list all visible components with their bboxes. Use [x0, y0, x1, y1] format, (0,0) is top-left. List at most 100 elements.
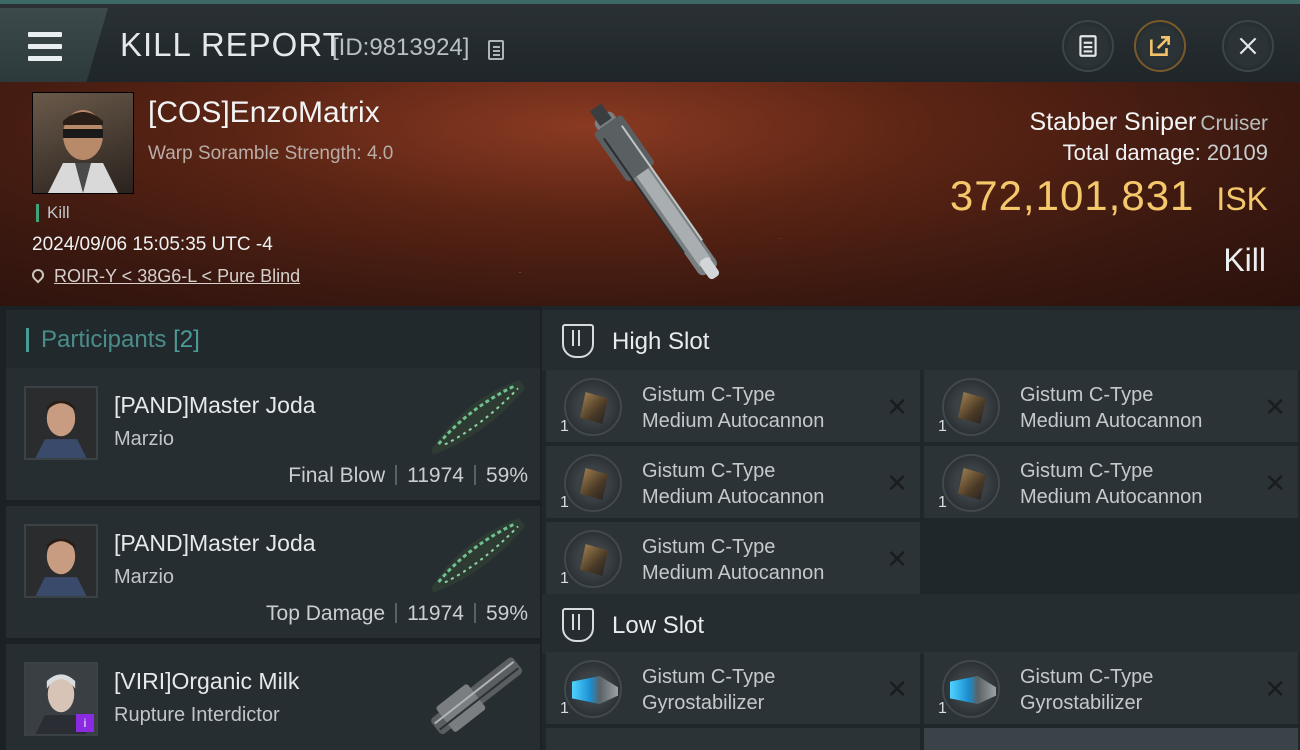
participants-header[interactable]: Participants [2] [6, 310, 540, 368]
participant-row[interactable]: i [VIRI]Organic Milk Rupture Interdictor [6, 644, 540, 750]
participant-name[interactable]: [PAND]Master Joda [114, 530, 316, 557]
module-item[interactable]: 1 Gistum C-Type Medium Autocannon ✕ [924, 446, 1298, 518]
participant-role: Final Blow [288, 464, 386, 487]
module-item[interactable]: 1 Gistum C-Type Medium Autocannon ✕ [546, 522, 920, 594]
module-quantity: 1 [560, 700, 569, 717]
participant-avatar[interactable] [24, 524, 98, 598]
module-name: Gistum C-Type Medium Autocannon [642, 536, 825, 584]
module-quantity: 1 [560, 570, 569, 587]
participant-ship: Rupture Interdictor [114, 704, 280, 726]
module-quantity: 1 [560, 418, 569, 435]
location-link[interactable]: ROIR-Y < 38G6-L < Pure Blind [29, 266, 300, 287]
module-quantity: 1 [938, 700, 947, 717]
participant-row[interactable]: [PAND]Master Joda Marzio Final Blow 11974… [6, 368, 540, 502]
module-name: Gistum C-Type Gyrostabilizer [642, 666, 776, 714]
isk-value-line: 372,101,831 ISK [950, 172, 1268, 220]
clipboard-icon [1079, 35, 1097, 57]
module-name: Gistum C-Type Gyrostabilizer [1020, 666, 1154, 714]
module-name: Gistum C-Type Medium Autocannon [1020, 460, 1203, 508]
autocannon-icon [564, 378, 622, 436]
victim-panel: [COS]EnzoMatrix Warp Soramble Strength: … [0, 82, 1300, 306]
participant-name[interactable]: [PAND]Master Joda [114, 392, 316, 419]
participants-label: Participants [2] [26, 328, 200, 352]
destroyed-icon: ✕ [886, 674, 908, 704]
module-item-partial[interactable] [546, 728, 920, 750]
participant-stats: Top Damage 11974 59% [266, 602, 528, 626]
close-button[interactable] [1222, 20, 1274, 72]
low-slot-header: Low Slot [542, 594, 1300, 654]
slot-icon [562, 608, 594, 642]
participant-avatar[interactable]: i [24, 662, 98, 736]
participant-ship-image[interactable] [416, 652, 536, 738]
participant-ship-image[interactable] [416, 514, 536, 600]
page-title: KILL REPORT [120, 26, 344, 63]
module-quantity: 1 [938, 494, 947, 511]
participant-ship-image[interactable] [416, 376, 536, 462]
result-label: Kill [1223, 242, 1266, 278]
destroyed-icon: ✕ [1264, 674, 1286, 704]
autocannon-icon [942, 378, 1000, 436]
destroyed-icon: ✕ [886, 544, 908, 574]
high-slot-label: High Slot [612, 328, 710, 355]
scramble-strength: Warp Soramble Strength: 4.0 [148, 143, 394, 164]
ship-class: Cruiser [1200, 112, 1268, 135]
victim-portrait-image [48, 110, 118, 193]
participant-ship: Marzio [114, 566, 175, 588]
ship-name[interactable]: Stabber Sniper [1030, 108, 1197, 136]
destroyed-icon: ✕ [886, 392, 908, 422]
participant-ship: Marzio [114, 428, 175, 450]
module-item[interactable]: 1 Gistum C-Type Medium Autocannon ✕ [924, 370, 1298, 442]
autocannon-icon [564, 454, 622, 512]
module-quantity: 1 [560, 494, 569, 511]
victim-ship-image[interactable] [540, 86, 770, 302]
module-name: Gistum C-Type Medium Autocannon [642, 460, 825, 508]
module-quantity: 1 [938, 418, 947, 435]
module-item-partial[interactable] [924, 728, 1298, 750]
module-name: Gistum C-Type Medium Autocannon [1020, 384, 1203, 432]
module-item[interactable]: 1 Gistum C-Type Medium Autocannon ✕ [546, 446, 920, 518]
gyrostabilizer-icon [564, 660, 622, 718]
timestamp: 2024/09/06 15:05:35 UTC -4 [32, 234, 273, 255]
participant-role: Top Damage [266, 602, 386, 625]
module-name: Gistum C-Type Medium Autocannon [642, 384, 825, 432]
slot-icon [562, 324, 594, 358]
module-item[interactable]: 1 Gistum C-Type Gyrostabilizer ✕ [924, 652, 1298, 724]
menu-button[interactable] [0, 8, 108, 82]
participant-percent: 59% [485, 602, 528, 625]
victim-name[interactable]: [COS]EnzoMatrix [148, 96, 380, 130]
participant-damage: 11974 [407, 602, 464, 625]
gyrostabilizer-icon [942, 660, 1000, 718]
victim-avatar[interactable] [32, 92, 134, 194]
clipboard-button[interactable] [1062, 20, 1114, 72]
high-slot-header: High Slot [542, 310, 1300, 370]
participant-portrait-image [26, 388, 96, 458]
participant-stats: Final Blow 11974 59% [288, 464, 528, 488]
location-text[interactable]: ROIR-Y < 38G6-L < Pure Blind [54, 266, 300, 286]
autocannon-icon [564, 530, 622, 588]
isk-unit: ISK [1216, 181, 1268, 217]
header-bar: KILL REPORT [ID:9813924] [0, 0, 1300, 82]
destroyed-icon: ✕ [1264, 392, 1286, 422]
location-pin-icon [29, 266, 47, 284]
menu-icon [28, 32, 62, 68]
ship-name-line: Stabber Sniper Cruiser [1030, 108, 1268, 137]
destroyed-icon: ✕ [886, 468, 908, 498]
participant-row[interactable]: [PAND]Master Joda Marzio Top Damage 11974… [6, 506, 540, 640]
participant-damage: 11974 [407, 464, 464, 487]
copy-icon[interactable] [488, 40, 504, 60]
module-item[interactable]: 1 Gistum C-Type Gyrostabilizer ✕ [546, 652, 920, 724]
total-damage-value: 20109 [1206, 140, 1268, 165]
kill-tag: Kill [36, 204, 70, 222]
participant-avatar[interactable] [24, 386, 98, 460]
module-item[interactable]: 1 Gistum C-Type Medium Autocannon ✕ [546, 370, 920, 442]
participant-name[interactable]: [VIRI]Organic Milk [114, 668, 299, 695]
close-icon [1239, 37, 1257, 55]
total-damage-label: Total damage: [1062, 140, 1201, 165]
report-id: [ID:9813924] [332, 34, 470, 61]
share-button[interactable] [1134, 20, 1186, 72]
low-slot-label: Low Slot [612, 612, 705, 639]
destroyed-icon: ✕ [1264, 468, 1286, 498]
participant-portrait-image [26, 526, 96, 596]
participants-count: [2] [173, 326, 200, 353]
total-damage: Total damage: 20109 [1063, 140, 1268, 166]
